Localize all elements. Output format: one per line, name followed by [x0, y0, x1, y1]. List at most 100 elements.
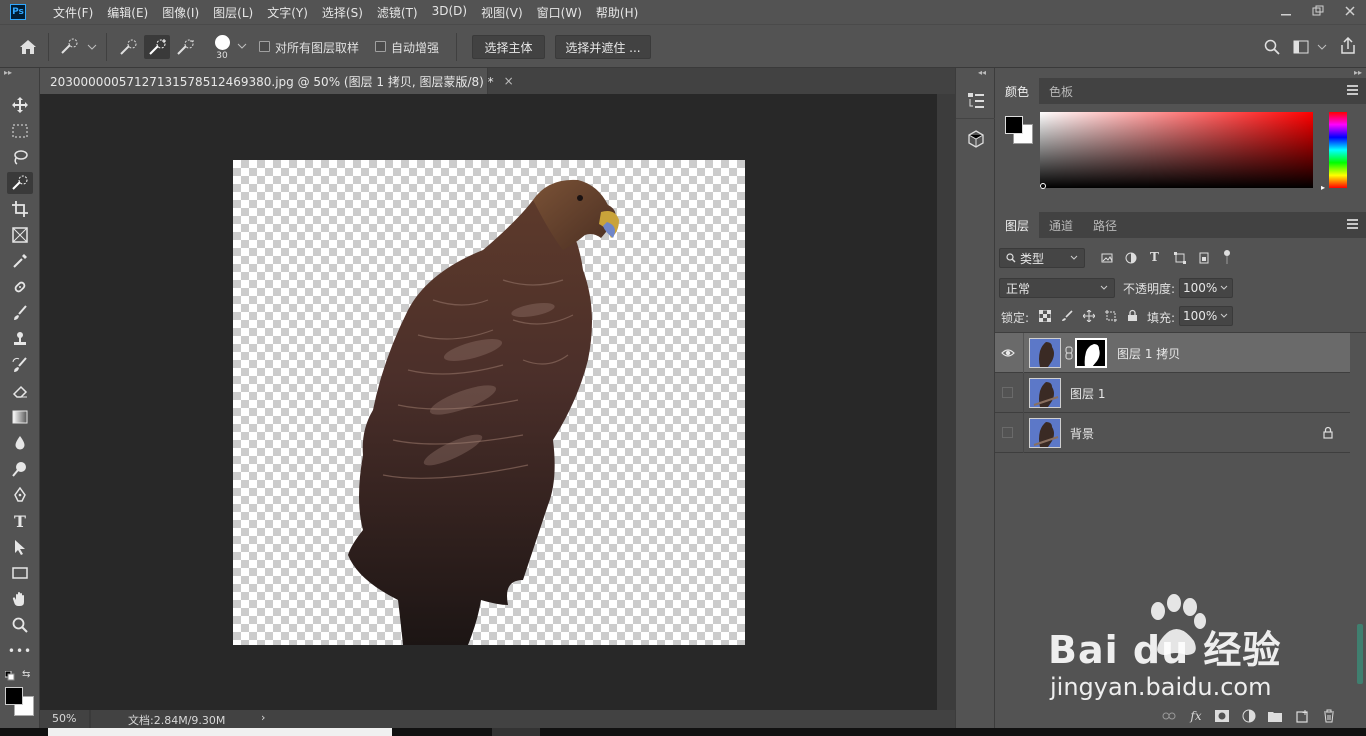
color-field[interactable] — [1040, 112, 1313, 188]
layer-style-fx-icon[interactable]: fx — [1188, 708, 1204, 724]
document-tab[interactable]: 20300000057127131578512469380.jpg @ 50% … — [40, 68, 514, 94]
menu-edit[interactable]: 编辑(E) — [100, 4, 155, 21]
link-icon[interactable] — [1065, 346, 1073, 363]
sample-all-layers-checkbox[interactable] — [259, 41, 270, 52]
history-panel-icon[interactable] — [967, 92, 985, 113]
adjustment-layer-icon[interactable] — [1241, 708, 1257, 724]
collapse-arrows-icon[interactable]: ▸▸ — [4, 68, 12, 77]
pen-tool-icon[interactable] — [7, 484, 33, 506]
path-selection-tool-icon[interactable] — [7, 536, 33, 558]
opacity-input[interactable]: 100% — [1179, 278, 1233, 298]
tool-preset-picker[interactable] — [58, 37, 98, 57]
layer-name[interactable]: 背景 — [1070, 425, 1094, 442]
layer-thumbnail[interactable] — [1029, 338, 1061, 368]
link-layers-icon[interactable] — [1161, 708, 1177, 724]
foreground-color-swatch[interactable] — [5, 687, 23, 705]
layer-thumbnail[interactable] — [1029, 378, 1061, 408]
eraser-tool-icon[interactable] — [7, 380, 33, 402]
type-filter-icon[interactable]: T — [1150, 250, 1159, 264]
document-canvas[interactable] — [233, 160, 745, 645]
lock-transparent-pixels-icon[interactable] — [1038, 309, 1052, 325]
canvas-area[interactable] — [40, 94, 937, 710]
tab-channels[interactable]: 通道 — [1039, 212, 1083, 238]
eyedropper-tool-icon[interactable] — [7, 250, 33, 272]
chevron-down-icon[interactable] — [1220, 313, 1228, 319]
smart-object-filter-icon[interactable] — [1198, 252, 1210, 267]
clone-stamp-tool-icon[interactable] — [7, 328, 33, 350]
tab-paths[interactable]: 路径 — [1083, 212, 1127, 238]
layer-row[interactable]: 图层 1 — [995, 373, 1350, 413]
close-tab-icon[interactable]: × — [504, 74, 514, 88]
tab-swatches[interactable]: 色板 — [1039, 78, 1083, 104]
marquee-tool-icon[interactable] — [7, 120, 33, 142]
panel-resize-grip[interactable] — [1357, 624, 1363, 684]
quick-selection-tool-icon[interactable] — [7, 172, 33, 194]
home-icon[interactable] — [16, 37, 40, 57]
layer-name[interactable]: 图层 1 拷贝 — [1117, 345, 1180, 362]
select-and-mask-button[interactable]: 选择并遮住 ... — [555, 35, 651, 59]
tab-color[interactable]: 颜色 — [995, 78, 1040, 104]
taskbar-search-box[interactable] — [48, 728, 392, 736]
hand-tool-icon[interactable] — [7, 588, 33, 610]
taskbar-app-button[interactable] — [492, 728, 540, 736]
menu-filter[interactable]: 滤镜(T) — [370, 4, 425, 21]
workspace-icon[interactable] — [1292, 37, 1328, 57]
blur-tool-icon[interactable] — [7, 432, 33, 454]
new-selection-icon[interactable] — [116, 37, 140, 57]
auto-enhance-checkbox[interactable] — [375, 41, 386, 52]
fill-input[interactable]: 100% — [1179, 306, 1233, 326]
close-window-icon[interactable] — [1334, 0, 1366, 22]
brush-tool-icon[interactable] — [7, 302, 33, 324]
lock-all-icon[interactable] — [1127, 309, 1138, 325]
gradient-tool-icon[interactable] — [7, 406, 33, 428]
menu-file[interactable]: 文件(F) — [46, 4, 100, 21]
dodge-tool-icon[interactable] — [7, 458, 33, 480]
vertical-scrollbar[interactable] — [937, 94, 955, 710]
layer-thumbnail[interactable] — [1029, 418, 1061, 448]
3d-panel-icon[interactable] — [967, 130, 985, 151]
history-brush-tool-icon[interactable] — [7, 354, 33, 376]
layer-name[interactable]: 图层 1 — [1070, 385, 1105, 402]
tab-layers[interactable]: 图层 — [995, 212, 1040, 238]
new-group-icon[interactable] — [1267, 708, 1283, 724]
panel-menu-icon[interactable] — [1347, 85, 1358, 95]
more-tools-icon[interactable]: ••• — [7, 640, 33, 662]
collapse-arrows-icon[interactable]: ◂◂ — [978, 68, 986, 77]
delete-layer-icon[interactable] — [1321, 708, 1337, 724]
add-mask-icon[interactable] — [1214, 708, 1230, 724]
menu-help[interactable]: 帮助(H) — [589, 4, 645, 21]
zoom-tool-icon[interactable] — [7, 614, 33, 636]
photoshop-logo[interactable]: Ps — [10, 4, 26, 20]
rectangle-tool-icon[interactable] — [7, 562, 33, 584]
crop-tool-icon[interactable] — [7, 198, 33, 220]
move-tool-icon[interactable] — [7, 94, 33, 116]
menu-3d[interactable]: 3D(D) — [425, 4, 474, 21]
layer-row[interactable]: 背景 — [995, 413, 1350, 453]
menu-layer[interactable]: 图层(L) — [206, 4, 260, 21]
shape-filter-icon[interactable] — [1174, 252, 1186, 267]
minimize-icon[interactable] — [1270, 0, 1302, 22]
type-tool-icon[interactable]: T — [7, 510, 33, 532]
color-picker-cursor[interactable] — [1040, 183, 1046, 189]
lasso-tool-icon[interactable] — [7, 146, 33, 168]
blend-mode-select[interactable]: 正常 — [999, 278, 1115, 298]
filter-toggle-icon[interactable] — [1223, 249, 1231, 268]
lock-position-icon[interactable] — [1082, 309, 1096, 325]
add-to-selection-icon[interactable] — [144, 35, 170, 59]
visibility-toggle[interactable] — [1001, 386, 1015, 400]
eye-icon[interactable] — [1001, 346, 1015, 360]
frame-tool-icon[interactable] — [7, 224, 33, 246]
select-subject-button[interactable]: 选择主体 — [472, 35, 545, 59]
menu-window[interactable]: 窗口(W) — [530, 4, 589, 21]
foreground-color-chip[interactable] — [1005, 116, 1023, 134]
status-menu-arrow-icon[interactable]: › — [261, 711, 265, 724]
menu-image[interactable]: 图像(I) — [155, 4, 206, 21]
layer-mask-thumbnail[interactable] — [1075, 338, 1107, 368]
chevron-down-icon[interactable] — [1220, 285, 1228, 291]
subtract-from-selection-icon[interactable] — [173, 37, 197, 57]
hue-slider[interactable] — [1329, 112, 1347, 188]
hue-slider-handle[interactable]: ▸ — [1321, 183, 1325, 192]
default-colors-icon[interactable] — [4, 670, 15, 684]
share-icon[interactable] — [1338, 35, 1358, 57]
healing-brush-tool-icon[interactable] — [7, 276, 33, 298]
